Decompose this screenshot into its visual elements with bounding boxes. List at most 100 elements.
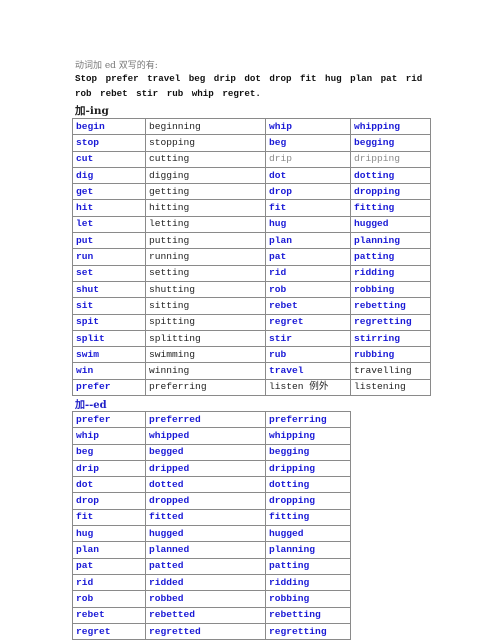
- ing-form-cell: setting: [145, 264, 266, 282]
- ed-form-cell: dropped: [145, 492, 266, 510]
- ing-form-cell: rubbing: [350, 346, 431, 364]
- table-row: spit spitting regret regretting: [72, 313, 431, 331]
- verb-cell: dot: [72, 476, 146, 494]
- ing-form-cell: whipping: [265, 427, 351, 445]
- verb-cell: dig: [72, 166, 146, 185]
- table-row: split splitting stir stirring: [72, 329, 431, 348]
- ing-form-cell: fitting: [350, 199, 431, 217]
- ing-form-cell: sitting: [145, 297, 266, 315]
- verb-cell: prefer: [72, 410, 146, 429]
- ing-form-cell: preferring: [145, 378, 266, 397]
- ing-form-cell: ridding: [265, 573, 351, 592]
- verb-cell: beg: [72, 443, 146, 461]
- ing-form-cell: begging: [265, 443, 351, 461]
- table-row: let letting hug hugged: [72, 215, 431, 234]
- table-row: run running pat patting: [72, 248, 431, 266]
- ed-section-title: 加--ed: [75, 400, 107, 411]
- table-row: set setting rid ridding: [72, 264, 431, 282]
- verb-cell: cut: [72, 150, 146, 168]
- ing-form-cell: stopping: [145, 134, 266, 152]
- verb-cell: put: [72, 232, 146, 250]
- ed-form-cell: planned: [145, 541, 266, 559]
- verb-cell: stir: [265, 329, 351, 348]
- verb-cell: regret: [72, 622, 146, 640]
- verb-cell: rob: [265, 280, 351, 299]
- verb-cell: regret: [265, 313, 351, 331]
- ing-form-cell: planning: [265, 541, 351, 559]
- ing-form-cell: dotting: [265, 476, 351, 494]
- verb-cell: let: [72, 215, 146, 234]
- ing-form-cell: stirring: [350, 329, 431, 348]
- verb-cell: set: [72, 264, 146, 282]
- ing-form-cell: patting: [350, 248, 431, 266]
- verb-cell: shut: [72, 280, 146, 299]
- table-row: hug hugged hugged: [72, 525, 351, 543]
- table-row: cut cutting drip dripping: [72, 150, 431, 168]
- ing-section-title: 加-ing: [75, 105, 109, 117]
- ing-form-cell: putting: [145, 232, 266, 250]
- ing-form-cell: cutting: [145, 150, 266, 168]
- table-row: win winning travel travelling: [72, 362, 431, 380]
- table-row: rid ridded ridding: [72, 573, 351, 592]
- ed-form-cell: whipped: [145, 427, 266, 445]
- ed-form-cell: hugged: [145, 525, 266, 543]
- ed-form-cell: begged: [145, 443, 266, 461]
- ed-form-cell: dripped: [145, 459, 266, 478]
- ing-form-cell: listening: [350, 378, 431, 397]
- ing-form-cell: digging: [145, 166, 266, 185]
- ing-form-cell: regretting: [265, 622, 351, 640]
- table-row: whip whipped whipping: [72, 427, 351, 445]
- ing-form-cell: whipping: [350, 117, 431, 136]
- ing-form-cell: dripping: [350, 150, 431, 168]
- table-row: regret regretted regretting: [72, 622, 351, 640]
- table-row: get getting drop dropping: [72, 183, 431, 201]
- ing-form-cell: spitting: [145, 313, 266, 331]
- verb-cell: drop: [265, 183, 351, 201]
- ing-form-cell: splitting: [145, 329, 266, 348]
- verb-cell: dot: [265, 166, 351, 185]
- verb-cell: hug: [72, 525, 146, 543]
- verb-cell: get: [72, 183, 146, 201]
- verb-cell: run: [72, 248, 146, 266]
- verb-cell: rob: [72, 590, 146, 608]
- ing-form-cell: robbing: [350, 280, 431, 299]
- table-row: fit fitted fitting: [72, 508, 351, 527]
- ing-form-cell: winning: [145, 362, 266, 380]
- ing-form-cell: regretting: [350, 313, 431, 331]
- verb-cell: whip: [72, 427, 146, 445]
- verb-cell: rebet: [265, 297, 351, 315]
- verb-cell: rid: [265, 264, 351, 282]
- table-row: stop stopping beg begging: [72, 134, 431, 152]
- verb-cell: split: [72, 329, 146, 348]
- ing-form-cell: travelling: [350, 362, 431, 380]
- ed-form-cell: patted: [145, 557, 266, 575]
- ed-form-cell: fitted: [145, 508, 266, 527]
- table-row: begin beginning whip whipping: [72, 117, 431, 136]
- ing-form-cell: preferring: [265, 410, 351, 429]
- verb-cell: win: [72, 362, 146, 380]
- ed-form-cell: regretted: [145, 622, 266, 640]
- table-row: prefer preferring listen 例外 listening: [72, 378, 431, 397]
- ing-form-cell: getting: [145, 183, 266, 201]
- ed-form-cell: ridded: [145, 573, 266, 592]
- table-row: sit sitting rebet rebetting: [72, 297, 431, 315]
- table-row: plan planned planning: [72, 541, 351, 559]
- table-row: drop dropped dropping: [72, 492, 351, 510]
- ed-form-cell: preferred: [145, 410, 266, 429]
- word-list: Stop prefer travel beg drip dot drop fit…: [75, 73, 423, 99]
- table-row: pat patted patting: [72, 557, 351, 575]
- ing-form-cell: fitting: [265, 508, 351, 527]
- table-row: swim swimming rub rubbing: [72, 346, 431, 364]
- verb-cell: beg: [265, 134, 351, 152]
- verb-cell: drip: [265, 150, 351, 168]
- table-row: dig digging dot dotting: [72, 166, 431, 185]
- ing-form-cell: dotting: [350, 166, 431, 185]
- ing-form-cell: beginning: [145, 117, 266, 136]
- ed-table: prefer preferred preferring whip whipped whip…: [72, 410, 351, 640]
- verb-cell: stop: [72, 134, 146, 152]
- table-row: rob robbed robbing: [72, 590, 351, 608]
- table-row: hit hitting fit fitting: [72, 199, 431, 217]
- verb-cell: drop: [72, 492, 146, 510]
- ing-form-cell: begging: [350, 134, 431, 152]
- ing-form-cell: hugged: [265, 525, 351, 543]
